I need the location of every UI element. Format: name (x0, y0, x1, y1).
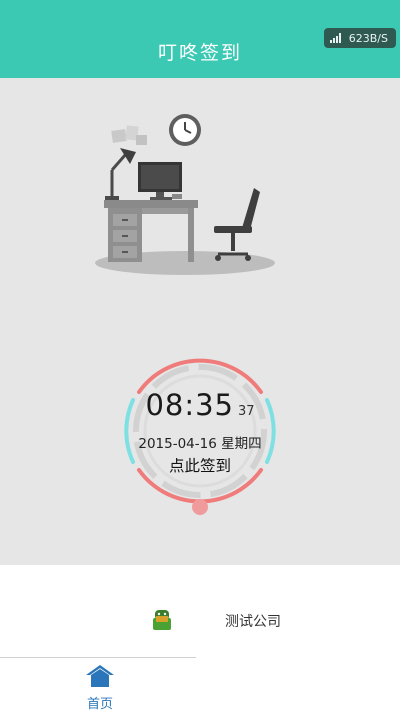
date-value: 2015-04-16 (138, 436, 217, 452)
company-row[interactable]: 测试公司 (0, 565, 400, 657)
checkin-button[interactable]: 点此签到 (115, 454, 285, 476)
checkin-dial-text[interactable]: 08:35 37 2015-04-16 星期四 点此签到 (115, 346, 285, 516)
android-icon (153, 610, 171, 630)
home-icon (86, 665, 114, 687)
tabbar-divider (0, 657, 196, 658)
time-hour-minute: 08:35 (145, 388, 235, 422)
clock-icon (169, 114, 201, 146)
current-time: 08:35 37 (115, 388, 285, 422)
bottom-tab-bar: 首页 (0, 657, 400, 712)
office-desk-illustration (95, 114, 275, 275)
page-title: 叮咚签到 (157, 42, 242, 64)
weekday-value: 星期四 (221, 436, 262, 452)
tab-home-label: 首页 (86, 697, 113, 712)
current-date: 2015-04-16 星期四 (115, 432, 285, 452)
app-header: 623B/S 叮咚签到 (0, 0, 400, 78)
time-seconds: 37 (238, 404, 255, 419)
company-name: 测试公司 (225, 614, 281, 630)
main-panel: 08:35 37 2015-04-16 星期四 点此签到 (0, 78, 400, 565)
tab-home[interactable]: 首页 (74, 663, 126, 712)
